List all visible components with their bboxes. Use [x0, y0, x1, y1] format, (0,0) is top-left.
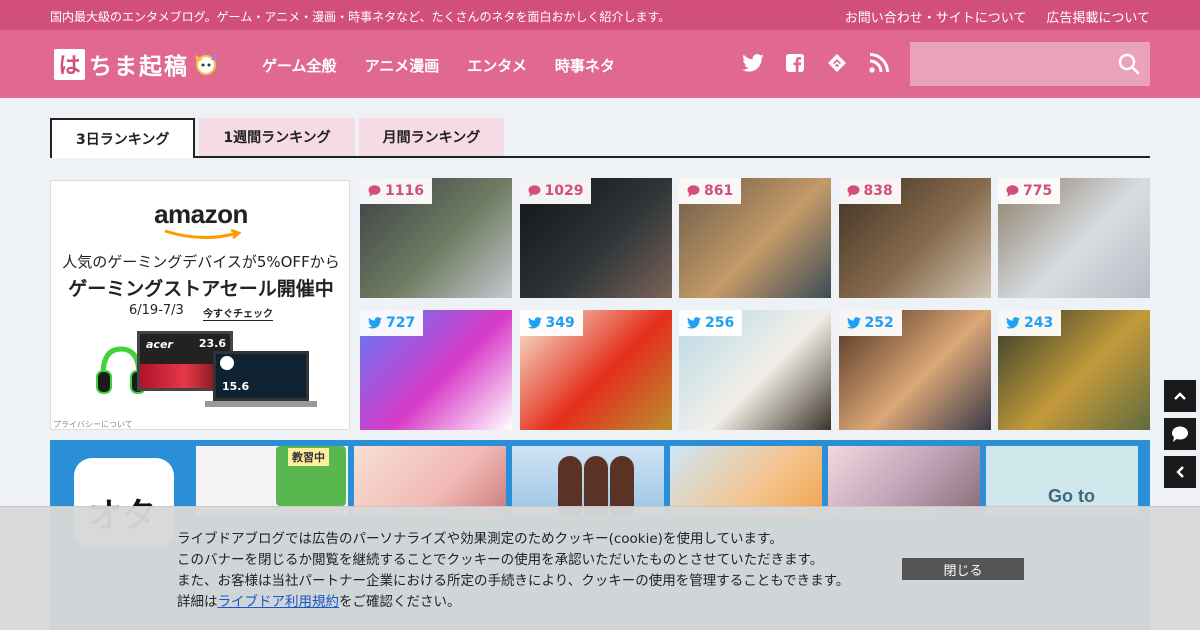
ranking-tabs: 3日ランキング 1週間ランキング 月間ランキング	[50, 118, 1150, 158]
comment-count-badge: 1029	[519, 178, 592, 204]
main-nav: ゲーム全般 アニメ漫画 エンタメ 時事ネタ	[262, 55, 615, 76]
twitter-icon[interactable]	[742, 52, 764, 74]
count: 349	[545, 315, 575, 331]
comment-button[interactable]	[1164, 418, 1196, 450]
comment-count-badge: 861	[679, 178, 742, 204]
rss-icon[interactable]	[868, 52, 890, 74]
related-sign-text: 教習中	[288, 448, 329, 466]
site-logo[interactable]: は ちま起稿	[54, 47, 219, 81]
comment-icon	[1006, 185, 1019, 197]
ranking-article-card[interactable]: 252	[838, 310, 991, 430]
twitter-icon	[527, 317, 542, 329]
top-strip: 国内最大級のエンタメブログ。ゲーム・アニメ・漫画・時事ネタなど、たくさんのネタを…	[0, 0, 1200, 30]
tweet-count-badge: 243	[998, 310, 1062, 336]
count: 256	[705, 315, 735, 331]
cookie-text: ライブドアブログでは広告のパーソナライズや効果測定のためクッキー(cookie)…	[177, 529, 849, 613]
cookie-line-1: ライブドアブログでは広告のパーソナライズや効果測定のためクッキー(cookie)…	[177, 531, 783, 547]
cookie-close-button[interactable]: 閉じる	[902, 558, 1024, 580]
ranking-article-card[interactable]: 861	[679, 178, 831, 298]
ranking-article-card[interactable]: 1029	[519, 178, 672, 298]
search-box	[910, 42, 1150, 86]
count: 838	[863, 183, 893, 199]
site-header: は ちま起稿 ゲーム全般 アニメ漫画 エンタメ 時事ネタ	[0, 30, 1200, 98]
tab-monthly-ranking[interactable]: 月間ランキング	[358, 118, 505, 156]
chevron-left-icon	[1176, 466, 1184, 478]
count: 243	[1024, 315, 1054, 331]
laptop-size: 15.6	[222, 380, 250, 393]
cookie-line-4: 詳細はライブドア利用規約をご確認ください。	[177, 594, 461, 610]
nav-current-events[interactable]: 時事ネタ	[555, 55, 615, 76]
monitor-size: 23.6	[198, 337, 226, 350]
ranking-article-card[interactable]: 727	[360, 310, 512, 430]
social-links	[742, 52, 890, 74]
facebook-icon[interactable]	[784, 52, 806, 74]
tweet-count-badge: 349	[519, 310, 583, 336]
count: 861	[704, 183, 734, 199]
tab-3day-ranking[interactable]: 3日ランキング	[50, 118, 196, 158]
logo-mark: は	[54, 48, 85, 80]
ad-line2: ゲーミングストアセール開催中	[68, 278, 334, 300]
twitter-icon	[846, 317, 861, 329]
ranking-article-card[interactable]: 1116	[360, 178, 512, 298]
terms-link[interactable]: ライブドア利用規約	[218, 594, 340, 610]
count: 775	[1023, 183, 1053, 199]
ad-privacy-link[interactable]: プライバシーについて	[53, 419, 133, 429]
ad-cta[interactable]: 今すぐチェック	[203, 305, 273, 321]
ranking-article-card[interactable]: 256	[679, 310, 831, 430]
nav-anime-manga[interactable]: アニメ漫画	[365, 55, 440, 76]
ranking-article-card[interactable]: 243	[998, 310, 1150, 430]
search-input[interactable]	[910, 42, 1108, 86]
logo-text: ちま起稿	[89, 53, 189, 80]
search-icon	[1118, 53, 1140, 75]
comment-count-badge: 838	[838, 178, 901, 204]
search-button[interactable]	[1108, 42, 1150, 86]
ranking-article-card[interactable]: 838	[838, 178, 991, 298]
comment-icon	[847, 185, 859, 197]
contact-link[interactable]: お問い合わせ・サイトについて	[845, 7, 1027, 26]
cookie-banner: ライブドアブログでは広告のパーソナライズや効果測定のためクッキー(cookie)…	[0, 506, 1200, 630]
comment-icon	[528, 185, 540, 197]
count: 727	[386, 315, 416, 331]
comment-count-badge: 1116	[360, 178, 432, 204]
comment-count-badge: 775	[998, 178, 1061, 204]
related-goto-text: Go to	[1048, 486, 1095, 506]
twitter-icon	[687, 317, 701, 329]
comment-icon	[687, 185, 700, 197]
side-floating-buttons	[1164, 380, 1196, 488]
prev-button[interactable]	[1164, 456, 1196, 488]
amazon-ad[interactable]: amazon 人気のゲーミングデバイスが5%OFFから ゲーミングストアセール開…	[50, 180, 350, 430]
tweet-count-badge: 256	[679, 310, 743, 336]
nav-entame[interactable]: エンタメ	[467, 55, 527, 76]
scroll-top-button[interactable]	[1164, 380, 1196, 412]
count: 252	[864, 315, 894, 331]
ad-brand: amazon	[154, 199, 248, 229]
monitor-brand: acer	[146, 338, 173, 351]
twitter-icon	[368, 317, 382, 329]
twitter-icon	[1006, 317, 1020, 329]
ranking-article-card[interactable]: 349	[519, 310, 672, 430]
cookie-line-3: また、お客様は当社パートナー企業における所定の手続きにより、クッキーの使用を管理…	[177, 573, 850, 589]
ad-line1: 人気のゲーミングデバイスが5%OFFから	[62, 253, 340, 271]
ad-dates: 6/19-7/3	[129, 303, 184, 318]
feedly-icon[interactable]	[826, 52, 848, 74]
nav-games[interactable]: ゲーム全般	[262, 55, 337, 76]
laptop-image: 15.6	[213, 351, 309, 401]
logo-mascot-icon	[195, 53, 218, 75]
amazon-smile-icon	[164, 229, 242, 240]
tweet-count-badge: 727	[360, 310, 424, 336]
site-tagline: 国内最大級のエンタメブログ。ゲーム・アニメ・漫画・時事ネタなど、たくさんのネタを…	[50, 10, 671, 24]
count: 1116	[385, 183, 424, 199]
chevron-up-icon	[1174, 392, 1186, 400]
advertise-link[interactable]: 広告掲載について	[1046, 7, 1150, 26]
top-links: お問い合わせ・サイトについて 広告掲載について	[845, 7, 1150, 26]
tab-weekly-ranking[interactable]: 1週間ランキング	[199, 118, 355, 156]
count: 1029	[544, 183, 584, 199]
comment-icon	[1172, 426, 1188, 442]
ranking-article-card[interactable]: 775	[998, 178, 1150, 298]
comment-icon	[368, 185, 381, 197]
cookie-line-2: このバナーを閉じるか閲覧を継続することでクッキーの使用を承認いただいたものとさせ…	[177, 552, 824, 568]
tweet-count-badge: 252	[838, 310, 902, 336]
